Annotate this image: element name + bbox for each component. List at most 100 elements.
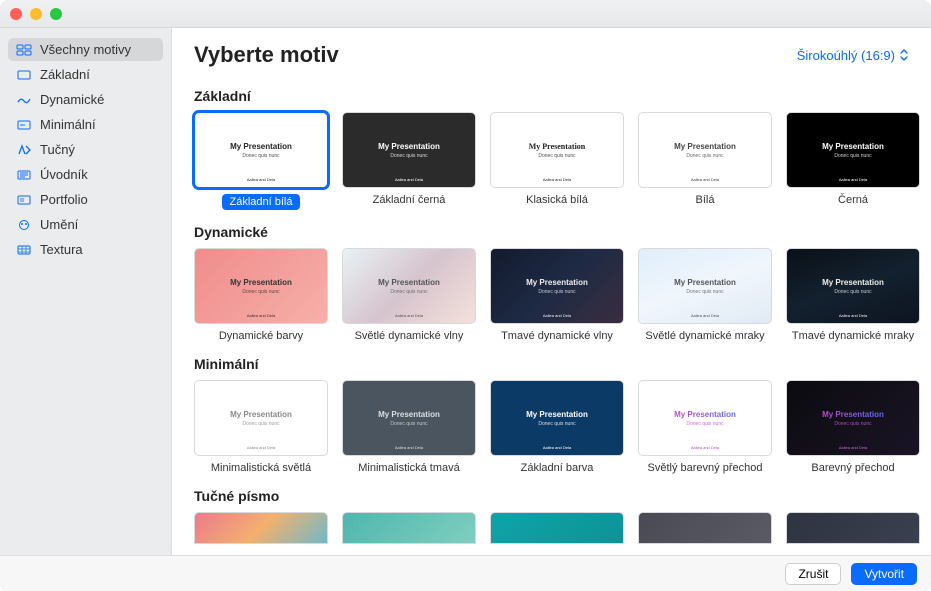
theme-item[interactable]: My Presentation Donec quis nunc Aaliea and… <box>194 248 328 342</box>
theme-grid: Základní My Presentation Donec quis nunc Aa… <box>172 74 931 555</box>
section-title: Tučné písmo <box>194 488 909 504</box>
sidebar-item-2[interactable]: Dynamické <box>8 88 163 111</box>
window-controls <box>10 8 62 20</box>
theme-item[interactable] <box>638 512 772 544</box>
thumb-sub: Donec quis nunc <box>686 421 723 427</box>
sidebar-item-label: Textura <box>40 242 83 257</box>
thumb-sub: Donec quis nunc <box>242 153 279 159</box>
sidebar-item-7[interactable]: Umění <box>8 213 163 236</box>
theme-item[interactable] <box>786 512 920 544</box>
sidebar-item-label: Základní <box>40 67 90 82</box>
theme-thumbnail: My PresentationDonec quis nuncAaliea and… <box>786 380 920 456</box>
thumb-foot: Aaliea and Dela <box>543 313 571 318</box>
theme-thumbnail: My Presentation Donec quis nunc Aaliea and… <box>194 380 328 456</box>
theme-item[interactable]: My PresentationDonec quis nuncAaliea and… <box>490 380 624 474</box>
thumb-sub: Donec quis nunc <box>242 421 279 427</box>
thumb-foot: Aaliea and Dela <box>247 313 275 318</box>
theme-thumbnail: My PresentationDonec quis nuncAaliea and… <box>786 112 920 188</box>
theme-thumbnail: My PresentationDonec quis nuncAaliea and… <box>490 248 624 324</box>
sidebar-item-0[interactable]: Všechny motivy <box>8 38 163 61</box>
footer: Zrušit Vytvořit <box>0 555 931 591</box>
thumb-heading: My Presentation <box>378 278 440 287</box>
theme-item[interactable] <box>490 512 624 544</box>
theme-item[interactable]: My Presentation Donec quis nunc Aaliea and… <box>342 248 476 342</box>
section-title: Minimální <box>194 356 909 372</box>
theme-thumbnail: My PresentationDonec quis nuncAaliea and… <box>490 380 624 456</box>
sidebar-item-4[interactable]: Tučný <box>8 138 163 161</box>
thumb-heading: My Presentation <box>674 410 736 419</box>
theme-label: Klasická bílá <box>526 194 588 206</box>
thumb-heading: My Presentation <box>230 410 292 419</box>
thumb-sub: Donec quis nunc <box>390 289 427 295</box>
theme-item[interactable] <box>342 512 476 544</box>
zoom-icon[interactable] <box>50 8 62 20</box>
cancel-button[interactable]: Zrušit <box>785 563 841 585</box>
section-title: Dynamické <box>194 224 909 240</box>
theme-thumbnail: My PresentationDonec quis nuncAaliea and… <box>638 248 772 324</box>
theme-item[interactable]: My Presentation Donec quis nunc Aaliea and… <box>194 380 328 474</box>
thumb-sub: Donec quis nunc <box>834 289 871 295</box>
thumb-heading: My Presentation <box>674 142 736 151</box>
sidebar-item-8[interactable]: Textura <box>8 238 163 261</box>
thumb-heading: My Presentation <box>526 278 588 287</box>
theme-item[interactable]: My PresentationDonec quis nuncAaliea and… <box>638 380 772 474</box>
thumb-heading: My Presentation <box>230 278 292 287</box>
thumb-foot: Aaliea and Dela <box>247 177 275 182</box>
theme-item[interactable]: My PresentationDonec quis nuncAaliea and… <box>490 112 624 210</box>
theme-item[interactable]: My PresentationDonec quis nuncAaliea and… <box>638 112 772 210</box>
thumb-heading: My Presentation <box>378 410 440 419</box>
theme-label: Světlé dynamické mraky <box>645 330 764 342</box>
sidebar-item-label: Dynamické <box>40 92 104 107</box>
sidebar-item-3[interactable]: Minimální <box>8 113 163 136</box>
sidebar-item-5[interactable]: Úvodník <box>8 163 163 186</box>
chevron-up-down-icon <box>899 49 909 61</box>
theme-label: Základní barva <box>521 462 594 474</box>
theme-item[interactable] <box>194 512 328 544</box>
theme-item[interactable]: My PresentationDonec quis nuncAaliea and… <box>786 248 920 342</box>
sidebar-item-6[interactable]: Portfolio <box>8 188 163 211</box>
minimize-icon[interactable] <box>30 8 42 20</box>
aspect-ratio-label: Širokoúhlý (16:9) <box>797 48 895 63</box>
section-title: Základní <box>194 88 909 104</box>
create-button[interactable]: Vytvořit <box>851 563 917 585</box>
theme-item[interactable]: My PresentationDonec quis nuncAaliea and… <box>638 248 772 342</box>
close-icon[interactable] <box>10 8 22 20</box>
art-icon <box>16 218 32 232</box>
thumb-foot: Aaliea and Dela <box>395 445 423 450</box>
theme-thumbnail: My PresentationDonec quis nuncAaliea and… <box>490 112 624 188</box>
basic-icon <box>16 68 32 82</box>
theme-item[interactable]: My Presentation Donec quis nunc Aaliea and… <box>342 380 476 474</box>
theme-thumbnail <box>638 512 772 544</box>
thumb-foot: Aaliea and Dela <box>247 445 275 450</box>
theme-row: My Presentation Donec quis nunc Aaliea and… <box>194 380 909 474</box>
texture-icon <box>16 243 32 257</box>
theme-item[interactable]: My PresentationDonec quis nuncAaliea and… <box>490 248 624 342</box>
theme-item[interactable]: My PresentationDonec quis nuncAaliea and… <box>194 112 328 210</box>
thumb-foot: Aaliea and Dela <box>543 177 571 182</box>
theme-label: Základní bílá <box>222 194 301 210</box>
thumb-sub: Donec quis nunc <box>390 421 427 427</box>
thumb-foot: Aaliea and Dela <box>839 445 867 450</box>
theme-thumbnail: My Presentation Donec quis nunc Aaliea and… <box>194 248 328 324</box>
thumb-foot: Aaliea and Dela <box>395 177 423 182</box>
theme-item[interactable]: My PresentationDonec quis nuncAaliea and… <box>342 112 476 210</box>
aspect-ratio-dropdown[interactable]: Širokoúhlý (16:9) <box>797 48 909 63</box>
thumb-sub: Donec quis nunc <box>242 289 279 295</box>
thumb-heading: My Presentation <box>378 142 440 151</box>
sidebar-item-1[interactable]: Základní <box>8 63 163 86</box>
sidebar-item-label: Tučný <box>40 142 75 157</box>
theme-row <box>194 512 909 544</box>
sidebar-item-label: Umění <box>40 217 78 232</box>
thumb-foot: Aaliea and Dela <box>395 313 423 318</box>
theme-thumbnail <box>342 512 476 544</box>
thumb-sub: Donec quis nunc <box>538 153 575 159</box>
theme-thumbnail: My PresentationDonec quis nuncAaliea and… <box>638 112 772 188</box>
thumb-heading: My Presentation <box>822 410 884 419</box>
theme-label: Barevný přechod <box>811 462 894 474</box>
theme-item[interactable]: My PresentationDonec quis nuncAaliea and… <box>786 112 920 210</box>
thumb-heading: My Presentation <box>822 278 884 287</box>
page-title: Vyberte motiv <box>194 42 339 68</box>
theme-label: Černá <box>838 194 868 206</box>
theme-item[interactable]: My PresentationDonec quis nuncAaliea and… <box>786 380 920 474</box>
theme-thumbnail: My PresentationDonec quis nuncAaliea and… <box>194 112 328 188</box>
